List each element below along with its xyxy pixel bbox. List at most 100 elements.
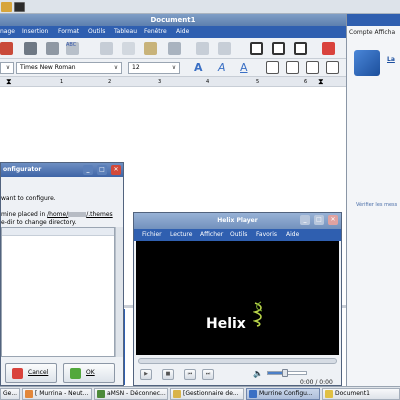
minimize-icon[interactable]: _ (300, 215, 310, 225)
chevron-down-icon: ∨ (5, 64, 11, 71)
align-right-icon[interactable] (306, 61, 319, 74)
menu-item-outils[interactable]: Outils (230, 229, 247, 241)
align-center-icon[interactable] (286, 61, 299, 74)
menu-item-favoris[interactable]: Favoris (256, 229, 277, 241)
ruler-tick: 2 (108, 79, 112, 85)
menu-item-insertion[interactable]: Insertion (22, 26, 48, 38)
amsn-menubar[interactable]: Compte Afficha (347, 28, 400, 38)
undo-icon[interactable] (196, 42, 209, 55)
stop-icon[interactable]: ■ (162, 369, 174, 380)
print-preview-icon[interactable] (46, 42, 59, 55)
configurator-body: want to configure. mine placed in /home/… (1, 177, 123, 385)
volume-icon[interactable]: 🔈 (252, 369, 264, 380)
justify-icon[interactable] (326, 61, 339, 74)
view-web-icon[interactable] (272, 42, 285, 55)
underline-icon[interactable]: A (240, 61, 253, 74)
minimize-icon[interactable]: _ (83, 165, 93, 175)
close-icon[interactable]: ✕ (328, 215, 338, 225)
styles-icon[interactable] (322, 42, 335, 55)
play-icon[interactable]: ▶ (140, 369, 152, 380)
amsn-icon (97, 390, 105, 398)
path-prefix: mine placed in (1, 211, 48, 218)
task-item-0[interactable]: Ge... (0, 388, 20, 400)
terminal-icon[interactable] (14, 2, 25, 12)
menu-item-format[interactable]: Format (58, 26, 79, 38)
path-link[interactable]: /home/ (47, 211, 68, 218)
player-controls: ▶ ■ ⏮ ⏭ 🔈 0:00 / 0:00 (134, 365, 341, 386)
cancel-button[interactable]: Cancel (5, 363, 57, 383)
app-menu-icon[interactable] (1, 2, 12, 12)
menu-item-aide[interactable]: Aide (286, 229, 299, 241)
task-item-5[interactable]: Document1 (322, 388, 400, 400)
ruler[interactable]: ⧗ 1 2 3 4 5 6 ⧗ (0, 77, 346, 87)
browser-icon (25, 390, 33, 398)
ok-label: OK (86, 369, 95, 376)
view-normal-icon[interactable] (250, 42, 263, 55)
align-left-icon[interactable] (266, 61, 279, 74)
task-label: Document1 (335, 390, 370, 397)
volume-knob[interactable] (282, 369, 289, 377)
next-icon[interactable]: ⏭ (202, 369, 214, 380)
configurator-title-text: onfigurator (3, 166, 42, 173)
menu-item-fenetre[interactable]: Fenêtre (144, 26, 167, 38)
time-display: 0:00 / 0:00 (300, 379, 333, 386)
theme-list[interactable] (1, 227, 115, 357)
maximize-icon[interactable]: □ (314, 215, 324, 225)
account-link[interactable]: La (387, 56, 395, 63)
amsn-window: Compte Afficha La Vérifier les mess (346, 14, 400, 386)
helix-logo-mark-icon (253, 301, 263, 327)
task-item-1[interactable]: [ Murrina - Neut... (22, 388, 92, 400)
volume-slider[interactable] (267, 369, 307, 377)
menu-item-fichier[interactable]: Fichier (142, 229, 162, 241)
redo-icon[interactable] (218, 42, 231, 55)
task-label: [Gestionnaire de... (183, 390, 239, 397)
menu-item-afficher[interactable]: Afficher (200, 229, 223, 241)
spellcheck-icon[interactable]: ABC (66, 42, 79, 55)
right-margin-marker-icon[interactable]: ⧗ (318, 77, 324, 87)
italic-icon[interactable]: A (218, 61, 231, 74)
menu-item-aide[interactable]: Aide (176, 26, 189, 38)
task-item-4[interactable]: Murrine Configu... (246, 388, 320, 400)
seek-bar[interactable] (138, 358, 337, 364)
copy-icon[interactable] (122, 42, 135, 55)
previous-icon[interactable]: ⏮ (184, 369, 196, 380)
format-brush-icon[interactable] (168, 42, 181, 55)
close-icon[interactable]: ✕ (111, 165, 121, 175)
menu-item-image[interactable]: nage (0, 26, 15, 38)
helix-player-window: Helix Player _ □ ✕ Fichier Lecture Affic… (133, 212, 342, 386)
avatar[interactable] (354, 50, 380, 76)
cut-icon[interactable] (100, 42, 113, 55)
task-item-2[interactable]: aMSN - Déconnec... (94, 388, 168, 400)
menu-item-outils[interactable]: Outils (88, 26, 105, 38)
amsn-titlebar (347, 14, 400, 26)
menu-item-tableau[interactable]: Tableau (114, 26, 137, 38)
task-item-3[interactable]: [Gestionnaire de... (170, 388, 244, 400)
instruction-text-2: e-dir to change directory. (1, 219, 77, 226)
writer-icon (325, 390, 333, 398)
chevron-down-icon: ∨ (171, 64, 177, 71)
task-label: Ge... (3, 390, 18, 397)
path-suffix: /.themes (86, 211, 113, 218)
ok-button[interactable]: OK (63, 363, 115, 383)
ruler-tick: 5 (256, 79, 260, 85)
task-label: [ Murrina - Neut... (35, 390, 89, 397)
font-combo[interactable]: Times New Roman ∨ (16, 62, 122, 74)
task-label: Murrine Configu... (259, 390, 313, 397)
helix-title-text: Helix Player (217, 217, 258, 224)
scrollbar[interactable] (115, 227, 123, 357)
instruction-text: want to configure. (1, 195, 56, 202)
bold-icon[interactable]: A (194, 61, 207, 74)
indent-marker-icon[interactable]: ⧗ (6, 77, 12, 87)
image-icon[interactable] (0, 42, 13, 55)
view-print-icon[interactable] (294, 42, 307, 55)
size-combo[interactable]: 12 ∨ (128, 62, 180, 74)
menu-item-lecture[interactable]: Lecture (170, 229, 192, 241)
format-toolbar: ∨ Times New Roman ∨ 12 ∨ A A A (0, 59, 346, 77)
paste-icon[interactable] (144, 42, 157, 55)
print-icon[interactable] (24, 42, 37, 55)
video-area[interactable]: Helix (136, 241, 339, 355)
maximize-icon[interactable]: □ (97, 165, 107, 175)
verify-mail-link[interactable]: Vérifier les mess (356, 202, 397, 208)
style-combo[interactable]: ∨ (0, 62, 14, 74)
file-manager-icon (173, 390, 181, 398)
